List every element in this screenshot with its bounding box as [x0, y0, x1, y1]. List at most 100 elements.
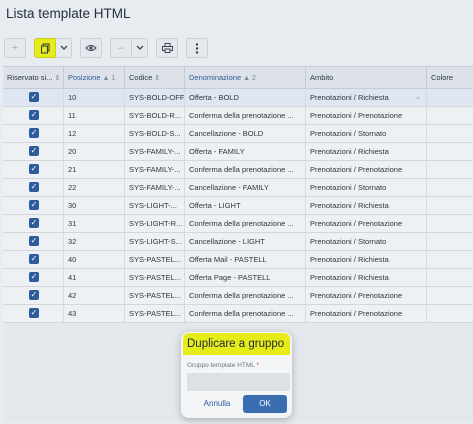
posizione-cell: 21	[64, 161, 125, 178]
table-row[interactable]: ✓ 43 SYS-PASTEL... Conferma della prenotazi…	[3, 305, 473, 323]
ambito-cell: Prenotazioni / Stornato	[306, 233, 427, 250]
riservato-checkbox[interactable]: ✓	[29, 218, 39, 228]
riservato-checkbox[interactable]: ✓	[29, 236, 39, 246]
table-row[interactable]: ✓ 20 SYS-FAMILY-... Offerta - FAMILY Prenota…	[3, 143, 473, 161]
table-row[interactable]: ✓ 22 SYS-FAMILY-... Cancellazione - FAMILY P…	[3, 179, 473, 197]
riservato-checkbox[interactable]: ✓	[29, 146, 39, 156]
denominazione-cell: Conferma della prenotazione ...	[185, 305, 306, 322]
plus-icon: +	[11, 42, 19, 54]
posizione-cell: 43	[64, 305, 125, 322]
cancel-button[interactable]: Annulla	[197, 396, 237, 412]
duplicate-dropdown-button[interactable]	[56, 38, 72, 58]
riservato-checkbox[interactable]: ✓	[29, 110, 39, 120]
posizione-cell: 12	[64, 125, 125, 142]
denominazione-cell: Offerta - BOLD	[185, 89, 306, 106]
more-button[interactable]	[186, 38, 208, 58]
posizione-cell: 32	[64, 233, 125, 250]
codice-cell: SYS-LIGHT-S...	[125, 233, 185, 250]
riservato-cell: ✓	[3, 125, 64, 142]
table-row[interactable]: ✓ 41 SYS-PASTEL... Offerta Page - PASTELL Pr…	[3, 269, 473, 287]
duplicate-group	[34, 38, 72, 58]
view-button[interactable]	[80, 38, 102, 58]
table-row[interactable]: ✓ 21 SYS-FAMILY-... Conferma della prenotaz…	[3, 161, 473, 179]
colore-cell	[427, 251, 473, 268]
posizione-cell: 42	[64, 287, 125, 304]
riservato-checkbox[interactable]: ✓	[29, 308, 39, 318]
action-dropdown-button[interactable]	[132, 38, 148, 58]
table-row[interactable]: ✓ 12 SYS-BOLD-S... Cancellazione - BOLD Pren…	[3, 125, 473, 143]
riservato-cell: ✓	[3, 143, 64, 160]
denominazione-cell: Conferma della prenotazione ...	[185, 287, 306, 304]
riservato-checkbox[interactable]: ✓	[29, 182, 39, 192]
codice-cell: SYS-PASTEL...	[125, 251, 185, 268]
posizione-cell: 41	[64, 269, 125, 286]
column-header-posizione[interactable]: Posizione ▲ 1	[64, 67, 125, 88]
column-header-ambito[interactable]: Ambito	[306, 67, 427, 88]
table-row[interactable]: ✓ 42 SYS-PASTEL... Conferma della prenotazi…	[3, 287, 473, 305]
posizione-cell: 40	[64, 251, 125, 268]
table-row[interactable]: ✓ 31 SYS-LIGHT-R... Conferma della prenotaz…	[3, 215, 473, 233]
ambito-cell: Prenotazioni / Prenotazione	[306, 215, 427, 232]
colore-cell	[427, 143, 473, 160]
minus-icon: –	[117, 42, 125, 54]
add-button[interactable]: +	[4, 38, 26, 58]
eye-icon	[85, 45, 97, 51]
codice-cell: SYS-FAMILY-...	[125, 161, 185, 178]
denominazione-cell: Offerta Page - PASTELL	[185, 269, 306, 286]
riservato-checkbox[interactable]: ✓	[29, 92, 39, 102]
denominazione-cell: Conferma della prenotazione ...	[185, 107, 306, 124]
column-header-codice[interactable]: Codice ⇕	[125, 67, 185, 88]
table-row[interactable]: ✓ 30 SYS-LIGHT-... Offerta - LIGHT Prenotazi…	[3, 197, 473, 215]
posizione-cell: 22	[64, 179, 125, 196]
ambito-cell: Prenotazioni / Richiesta	[306, 269, 427, 286]
table-row[interactable]: ✓ 32 SYS-LIGHT-S... Cancellazione - LIGHT Pr…	[3, 233, 473, 251]
table-row[interactable]: ✓ 10 SYS-BOLD-OFF Offerta - BOLD Prenotazion…	[3, 89, 473, 107]
printer-icon	[161, 43, 173, 53]
denominazione-cell: Offerta - FAMILY	[185, 143, 306, 160]
ambito-cell: Prenotazioni / Prenotazione	[306, 107, 427, 124]
riservato-checkbox[interactable]: ✓	[29, 254, 39, 264]
toolbar: + –	[4, 37, 216, 59]
codice-cell: SYS-PASTEL...	[125, 287, 185, 304]
column-header-colore[interactable]: Colore	[427, 67, 473, 88]
colore-cell	[427, 107, 473, 124]
codice-cell: SYS-FAMILY-...	[125, 179, 185, 196]
riservato-checkbox[interactable]: ✓	[29, 290, 39, 300]
codice-cell: SYS-LIGHT-...	[125, 197, 185, 214]
ambito-cell: Prenotazioni / Richiesta	[306, 89, 427, 106]
table-row[interactable]: ✓ 11 SYS-BOLD-R... Conferma della prenotazi…	[3, 107, 473, 125]
riservato-cell: ✓	[3, 305, 64, 322]
disabled-action-button[interactable]: –	[110, 38, 132, 58]
posizione-cell: 30	[64, 197, 125, 214]
table-row[interactable]: ✓ 40 SYS-PASTEL... Offerta Mail - PASTELL Pr…	[3, 251, 473, 269]
colore-cell	[427, 269, 473, 286]
ambito-cell: Prenotazioni / Prenotazione	[306, 287, 427, 304]
posizione-cell: 31	[64, 215, 125, 232]
column-header-denominazione[interactable]: Denominazione ▲ 2	[185, 67, 306, 88]
ambito-cell: Prenotazioni / Prenotazione	[306, 161, 427, 178]
colore-cell	[427, 215, 473, 232]
table-header: Riservato si... ⇕ Posizione ▲ 1 Codice ⇕ De…	[3, 67, 473, 89]
riservato-cell: ✓	[3, 215, 64, 232]
riservato-cell: ✓	[3, 89, 64, 106]
riservato-cell: ✓	[3, 107, 64, 124]
denominazione-cell: Cancellazione - BOLD	[185, 125, 306, 142]
denominazione-cell: Offerta Mail - PASTELL	[185, 251, 306, 268]
riservato-cell: ✓	[3, 251, 64, 268]
duplicate-button[interactable]	[34, 38, 56, 58]
print-button[interactable]	[156, 38, 178, 58]
copy-icon	[40, 43, 49, 53]
riservato-checkbox[interactable]: ✓	[29, 272, 39, 282]
duplicate-to-group-dialog: Duplicare a gruppo Gruppo template HTML …	[181, 332, 292, 418]
denominazione-cell: Offerta - LIGHT	[185, 197, 306, 214]
denominazione-cell: Conferma della prenotazione ...	[185, 161, 306, 178]
riservato-checkbox[interactable]: ✓	[29, 164, 39, 174]
ok-button[interactable]: OK	[243, 395, 287, 413]
column-header-riservato[interactable]: Riservato si... ⇕	[3, 67, 64, 88]
riservato-checkbox[interactable]: ✓	[29, 200, 39, 210]
group-template-input[interactable]	[187, 373, 290, 391]
riservato-checkbox[interactable]: ✓	[29, 128, 39, 138]
codice-cell: SYS-PASTEL...	[125, 269, 185, 286]
colore-cell	[427, 179, 473, 196]
posizione-cell: 10	[64, 89, 125, 106]
